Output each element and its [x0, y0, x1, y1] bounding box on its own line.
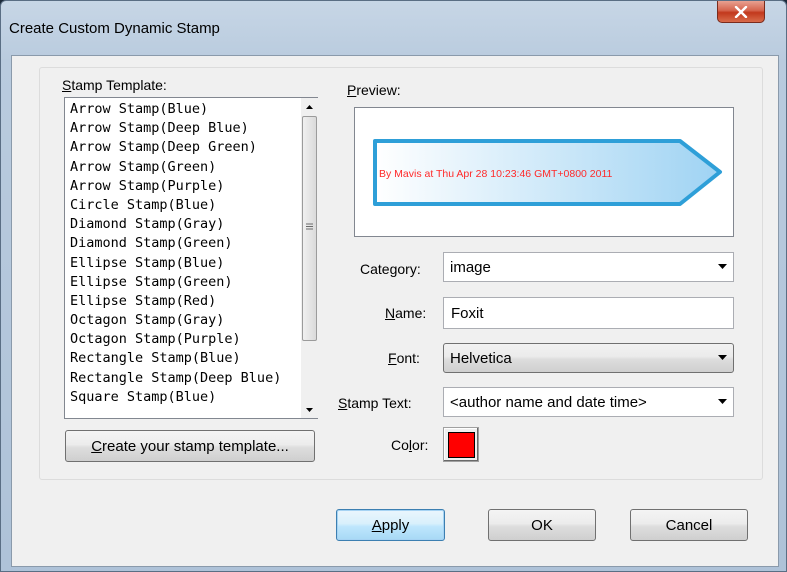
list-item[interactable]: Rectangle Stamp(Deep Blue) [65, 369, 301, 388]
color-picker-button[interactable] [443, 427, 479, 462]
stamp-preview-box: By Mavis at Thu Apr 28 10:23:46 GMT+0800… [354, 107, 734, 237]
list-item[interactable]: Arrow Stamp(Purple) [65, 177, 301, 196]
chevron-down-icon [306, 407, 313, 412]
cancel-button[interactable]: Cancel [630, 509, 748, 541]
name-value: Foxit [451, 304, 484, 322]
list-item[interactable]: Diamond Stamp(Green) [65, 234, 301, 253]
scroll-up-button[interactable] [301, 98, 318, 115]
list-item[interactable]: Diamond Stamp(Gray) [65, 215, 301, 234]
stamp-text-value: <author name and date time> [450, 393, 647, 411]
window-title: Create Custom Dynamic Stamp [9, 20, 220, 37]
chevron-up-icon [306, 104, 313, 109]
list-item[interactable]: Arrow Stamp(Blue) [65, 100, 301, 119]
list-item[interactable]: Ellipse Stamp(Blue) [65, 254, 301, 273]
list-item[interactable]: Arrow Stamp(Deep Green) [65, 138, 301, 157]
stamp-preview-text: By Mavis at Thu Apr 28 10:23:46 GMT+0800… [379, 168, 613, 180]
title-bar[interactable]: Create Custom Dynamic Stamp [1, 1, 786, 53]
category-label: Category: [360, 261, 421, 277]
arrow-stamp-preview: By Mavis at Thu Apr 28 10:23:46 GMT+0800… [373, 139, 722, 206]
apply-button[interactable]: Apply [336, 509, 445, 541]
dropdown-arrow-icon [718, 264, 727, 269]
stamp-text-label: Stamp Text: [338, 395, 412, 411]
list-item[interactable]: Circle Stamp(Blue) [65, 196, 301, 215]
category-value: image [450, 258, 491, 276]
stamp-template-listbox[interactable]: Arrow Stamp(Blue) Arrow Stamp(Deep Blue)… [64, 97, 318, 419]
scroll-grip-icon [306, 223, 313, 230]
create-stamp-template-button[interactable]: Create your stamp template... [65, 430, 315, 462]
stamp-text-dropdown[interactable]: <author name and date time> [443, 387, 734, 417]
ok-button[interactable]: OK [488, 509, 596, 541]
list-item[interactable]: Ellipse Stamp(Green) [65, 273, 301, 292]
font-label: Font: [388, 350, 420, 366]
font-value: Helvetica [450, 349, 512, 367]
preview-label: Preview: [347, 82, 401, 98]
list-item[interactable]: Octagon Stamp(Purple) [65, 330, 301, 349]
font-dropdown[interactable]: Helvetica [443, 343, 734, 373]
scroll-thumb[interactable] [302, 116, 317, 341]
list-item[interactable]: Ellipse Stamp(Red) [65, 292, 301, 311]
stamp-template-label: Stamp Template: [62, 77, 167, 93]
close-button[interactable] [717, 1, 765, 23]
list-item[interactable]: Square Stamp(Blue) [65, 388, 301, 407]
name-label: Name: [385, 305, 427, 321]
dialog-client-area: Stamp Template: Arrow Stamp(Blue) Arrow … [11, 55, 779, 567]
category-dropdown[interactable]: image [443, 252, 734, 282]
dropdown-arrow-icon [718, 355, 727, 360]
list-item[interactable]: Arrow Stamp(Green) [65, 158, 301, 177]
scroll-down-button[interactable] [301, 401, 318, 418]
list-item[interactable]: Rectangle Stamp(Blue) [65, 349, 301, 368]
color-label: Color: [391, 437, 429, 453]
dropdown-arrow-icon [718, 399, 727, 404]
close-icon [734, 5, 748, 18]
color-swatch [447, 431, 475, 458]
vertical-scrollbar[interactable] [301, 98, 318, 418]
list-item[interactable]: Arrow Stamp(Deep Blue) [65, 119, 301, 138]
name-input[interactable]: Foxit [443, 297, 734, 329]
list-item[interactable]: Octagon Stamp(Gray) [65, 311, 301, 330]
stamp-template-list: Arrow Stamp(Blue) Arrow Stamp(Deep Blue)… [65, 100, 301, 407]
dialog-window: Create Custom Dynamic Stamp Stamp Templa… [0, 0, 787, 572]
